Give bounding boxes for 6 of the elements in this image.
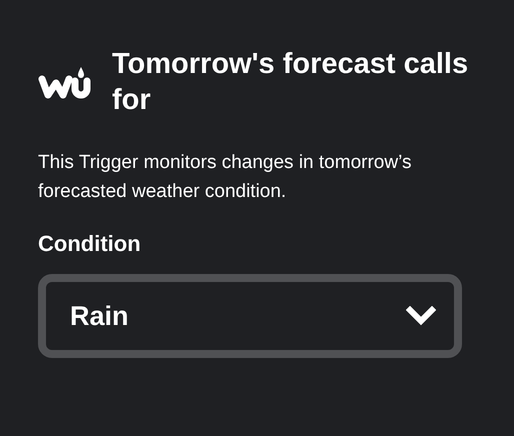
trigger-title: Tomorrow's forecast calls for bbox=[112, 47, 470, 118]
condition-select[interactable]: Rain bbox=[38, 274, 462, 358]
logo-icon bbox=[38, 67, 92, 101]
chevron-down-icon bbox=[406, 306, 436, 326]
trigger-description: This Trigger monitors changes in tomorrow’s forecasted weather condition. bbox=[38, 151, 412, 204]
condition-label: Condition bbox=[38, 230, 142, 258]
